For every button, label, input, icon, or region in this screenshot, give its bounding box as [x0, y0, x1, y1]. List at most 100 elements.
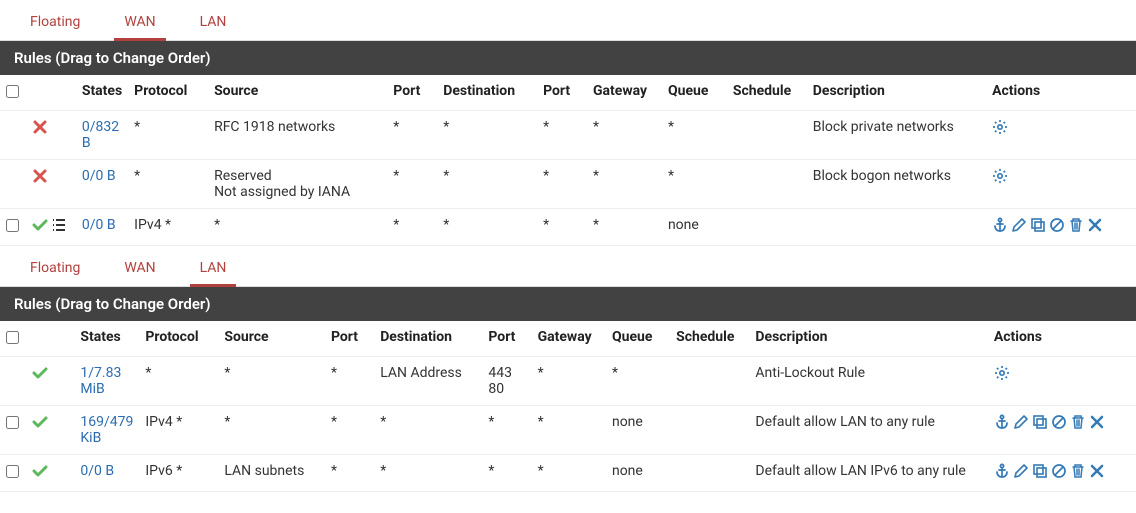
- header-states: States: [74, 321, 139, 357]
- cell-actions: [986, 160, 1136, 209]
- gear-icon[interactable]: [992, 168, 1008, 184]
- cell-dport: 443 80: [482, 357, 531, 406]
- header-protocol: Protocol: [139, 321, 218, 357]
- edit-action-icon[interactable]: [1013, 414, 1029, 430]
- cell-actions: [986, 209, 1136, 246]
- tab-floating[interactable]: Floating: [20, 8, 90, 40]
- states-link[interactable]: 0/0 B: [80, 463, 114, 479]
- close-action-icon[interactable]: [1089, 463, 1105, 479]
- states-link[interactable]: 0/832 B: [82, 119, 119, 151]
- cell-dport: *: [537, 209, 587, 246]
- gear-icon[interactable]: [994, 365, 1010, 381]
- header-dest: Destination: [374, 321, 482, 357]
- copy-action-icon[interactable]: [1032, 414, 1048, 430]
- cell-status: [26, 209, 76, 246]
- cell-dest: *: [437, 111, 537, 160]
- copy-action-icon[interactable]: [1030, 217, 1046, 233]
- edit-action-icon[interactable]: [1011, 217, 1027, 233]
- header-status: [26, 75, 76, 111]
- cell-description: [807, 209, 986, 246]
- list-icon: [51, 217, 67, 233]
- cell-sport: *: [387, 111, 437, 160]
- cell-dest: LAN Address: [374, 357, 482, 406]
- rules-table-wan: States Protocol Source Port Destination …: [0, 75, 1136, 246]
- cell-description: Default allow LAN to any rule: [749, 406, 987, 455]
- header-queue: Queue: [662, 75, 727, 111]
- copy-action-icon[interactable]: [1032, 463, 1048, 479]
- row-checkbox[interactable]: [6, 465, 19, 478]
- pass-icon: [32, 217, 48, 233]
- header-gateway: Gateway: [532, 321, 606, 357]
- header-dest: Destination: [437, 75, 537, 111]
- cell-sport: *: [325, 357, 374, 406]
- cell-status: [26, 111, 76, 160]
- disable-action-icon[interactable]: [1049, 217, 1065, 233]
- cell-queue: *: [606, 357, 670, 406]
- row-checkbox[interactable]: [6, 219, 19, 232]
- cell-protocol: IPv6 *: [139, 455, 218, 492]
- table-row[interactable]: 1/7.83 MiB***LAN Address443 80**Anti-Loc…: [0, 357, 1136, 406]
- cell-source: RFC 1918 networks: [208, 111, 387, 160]
- cell-status: [26, 357, 74, 406]
- anchor-action-icon[interactable]: [992, 217, 1008, 233]
- close-action-icon[interactable]: [1087, 217, 1103, 233]
- pass-icon: [32, 463, 48, 479]
- states-link[interactable]: 1/7.83 MiB: [80, 365, 121, 397]
- table-row[interactable]: 0/0 B*Reserved Not assigned by IANA*****…: [0, 160, 1136, 209]
- tab-wan[interactable]: WAN: [114, 254, 165, 286]
- cell-states: 0/832 B: [76, 111, 128, 160]
- cell-source: *: [218, 357, 325, 406]
- delete-action-icon[interactable]: [1070, 463, 1086, 479]
- cell-actions: [988, 455, 1136, 492]
- cell-states: 1/7.83 MiB: [74, 357, 139, 406]
- cell-queue: none: [662, 209, 727, 246]
- edit-action-icon[interactable]: [1013, 463, 1029, 479]
- cell-states: 0/0 B: [74, 455, 139, 492]
- gear-icon[interactable]: [992, 119, 1008, 135]
- rules-table-lan: States Protocol Source Port Destination …: [0, 321, 1136, 492]
- header-sport: Port: [387, 75, 437, 111]
- tab-wan[interactable]: WAN: [114, 8, 165, 40]
- cell-status: [26, 455, 74, 492]
- cell-gateway: *: [587, 160, 662, 209]
- disable-action-icon[interactable]: [1051, 463, 1067, 479]
- header-source: Source: [208, 75, 387, 111]
- reject-icon: [32, 119, 48, 135]
- anchor-action-icon[interactable]: [994, 463, 1010, 479]
- table-row[interactable]: 169/479 KiBIPv4 ******noneDefault allow …: [0, 406, 1136, 455]
- states-link[interactable]: 0/0 B: [82, 217, 116, 233]
- tabs-wan: Floating WAN LAN: [0, 0, 1136, 41]
- cell-checkbox: [0, 160, 26, 209]
- header-dport: Port: [537, 75, 587, 111]
- row-checkbox[interactable]: [6, 416, 19, 429]
- anchor-action-icon[interactable]: [994, 414, 1010, 430]
- cell-protocol: *: [128, 111, 208, 160]
- tab-floating[interactable]: Floating: [20, 254, 90, 286]
- cell-sport: *: [387, 209, 437, 246]
- cell-actions: [988, 406, 1136, 455]
- cell-queue: *: [662, 111, 727, 160]
- table-row[interactable]: 0/0 BIPv6 *LAN subnets****noneDefault al…: [0, 455, 1136, 492]
- cell-description: Default allow LAN IPv6 to any rule: [749, 455, 987, 492]
- cell-dport: *: [482, 455, 531, 492]
- select-all-checkbox[interactable]: [6, 331, 19, 344]
- section-header-wan: Rules (Drag to Change Order): [0, 41, 1136, 75]
- states-link[interactable]: 0/0 B: [82, 168, 116, 184]
- cell-queue: none: [606, 455, 670, 492]
- tab-lan[interactable]: LAN: [190, 254, 237, 286]
- header-schedule: Schedule: [670, 321, 749, 357]
- disable-action-icon[interactable]: [1051, 414, 1067, 430]
- delete-action-icon[interactable]: [1068, 217, 1084, 233]
- reject-icon: [32, 168, 48, 184]
- cell-source: *: [218, 406, 325, 455]
- cell-protocol: *: [128, 160, 208, 209]
- table-row[interactable]: 0/832 B*RFC 1918 networks*****Block priv…: [0, 111, 1136, 160]
- select-all-checkbox[interactable]: [6, 85, 19, 98]
- cell-schedule: [670, 455, 749, 492]
- tab-lan[interactable]: LAN: [190, 8, 237, 40]
- states-link[interactable]: 169/479 KiB: [80, 414, 133, 446]
- delete-action-icon[interactable]: [1070, 414, 1086, 430]
- cell-gateway: *: [532, 357, 606, 406]
- table-row[interactable]: 0/0 BIPv4 ******none: [0, 209, 1136, 246]
- close-action-icon[interactable]: [1089, 414, 1105, 430]
